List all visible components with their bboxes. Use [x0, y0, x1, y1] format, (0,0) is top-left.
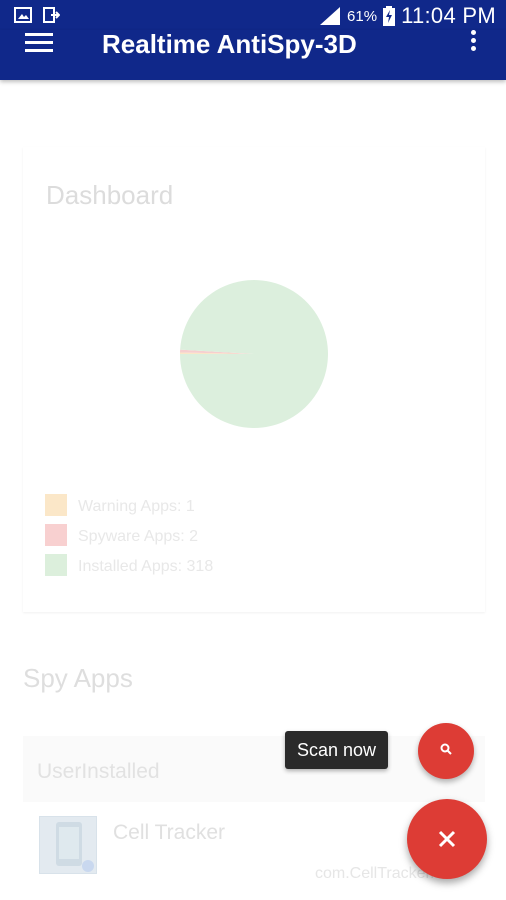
battery-charging-icon: [383, 6, 396, 26]
battery-percentage: 61%: [347, 7, 378, 25]
apps-pie-chart: [180, 280, 328, 428]
legend-label: Warning Apps: 1: [78, 498, 195, 515]
clock: 11:04 PM: [401, 3, 496, 28]
legend-label: Installed Apps: 318: [78, 558, 214, 575]
user-installed-header: UserInstalled: [23, 736, 485, 802]
scan-now-button[interactable]: [418, 723, 474, 779]
notification-icons: [14, 6, 60, 24]
legend-swatch: [45, 554, 67, 576]
fab-close-button[interactable]: [407, 799, 487, 879]
cast-icon: [43, 7, 60, 23]
pie-slice-installed-apps: [180, 280, 328, 428]
spy-apps-title: Spy Apps: [23, 663, 133, 693]
dashboard-title: Dashboard: [46, 180, 174, 210]
close-icon: [438, 830, 456, 848]
signal-icon: [320, 7, 341, 25]
legend-label: Spyware Apps: 2: [78, 528, 199, 545]
app-name: Cell Tracker: [113, 821, 226, 844]
phone-icon: [56, 822, 94, 872]
app-bar: Realtime AntiSpy-3D: [0, 29, 506, 80]
legend-swatch: [45, 494, 67, 516]
scan-now-tooltip: Scan now: [285, 731, 389, 769]
more-vert-icon[interactable]: [466, 30, 482, 58]
dashboard-card: Dashboard Warning Apps: 1 Spyware Apps: 2…: [23, 147, 485, 612]
menu-icon[interactable]: [25, 33, 55, 55]
system-status: 61% 11:04 PM: [319, 3, 496, 29]
user-installed-label: UserInstalled: [37, 760, 160, 783]
status-bar: 61% 11:04 PM: [0, 0, 506, 30]
legend-swatch: [45, 524, 67, 546]
app-title: Realtime AntiSpy-3D: [102, 29, 357, 59]
search-icon: [440, 743, 452, 755]
app-icon: [39, 816, 97, 874]
image-icon: [14, 7, 32, 23]
